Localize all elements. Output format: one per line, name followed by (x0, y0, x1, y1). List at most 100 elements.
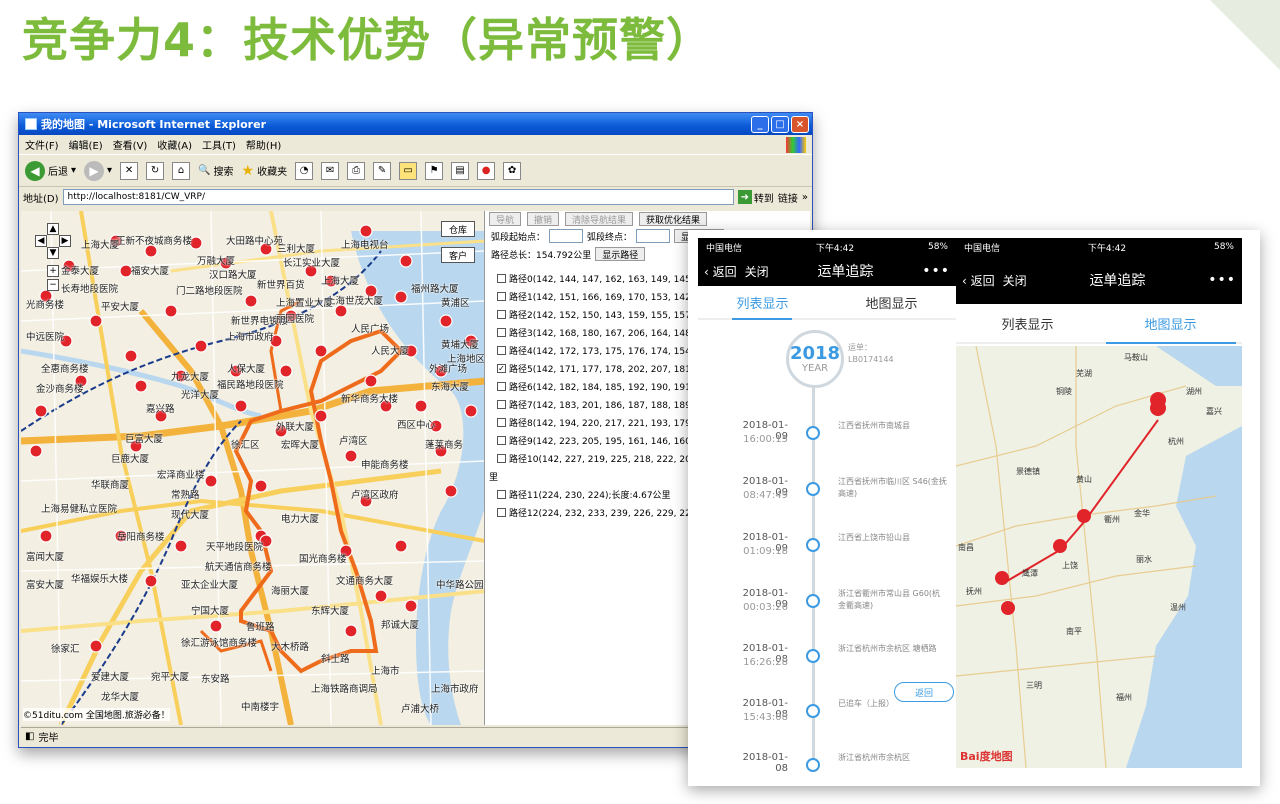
menu-view[interactable]: 查看(V) (113, 137, 148, 152)
map-label: 新华商务大楼 (341, 394, 399, 405)
route-checkbox[interactable] (497, 507, 506, 517)
refresh-icon[interactable]: ↻ (146, 161, 165, 180)
map-city-label: 丽水 (1136, 555, 1152, 564)
nav-title: 运单追踪 (817, 264, 874, 280)
route-checkbox[interactable] (497, 399, 506, 409)
close-button[interactable]: 关闭 (1003, 272, 1027, 289)
more-icon[interactable]: ••• (922, 263, 950, 279)
route-checkbox[interactable] (497, 489, 506, 499)
messenger-icon[interactable]: ⚑ (425, 161, 444, 180)
route-map[interactable]: ▲ ◀ ▶ ▼ + − 仓库 客户 正新不夜城商务楼 大田路中心苑 上海大厦 上… (21, 211, 485, 725)
route-checkbox[interactable] (497, 435, 506, 445)
menu-tools[interactable]: 工具(T) (202, 137, 236, 152)
map-label: 亚太企业大厦 (181, 580, 239, 591)
home-icon[interactable]: ⌂ (172, 161, 191, 180)
map-city-label: 南平 (1066, 627, 1082, 636)
map-label: 汉口路大厦 (209, 270, 257, 281)
route-checkbox[interactable] (497, 273, 506, 283)
navigate-button[interactable]: 导航 (489, 212, 522, 226)
get-optimization-button[interactable]: 获取优化结果 (639, 212, 708, 226)
pan-down-icon[interactable]: ▼ (47, 247, 59, 259)
slide-title: 竞争力4：技术优势（异常预警） (22, 13, 714, 67)
route-checkbox[interactable] (497, 327, 506, 337)
favorites-button[interactable]: ★ 收藏夹 (242, 163, 288, 179)
plugin-icon[interactable]: ✿ (503, 161, 522, 180)
zoom-in-icon[interactable]: + (47, 265, 59, 277)
map-label: 金沙商务楼 (36, 384, 84, 395)
extension-icon[interactable]: ● (477, 161, 496, 180)
edit-icon[interactable]: ✎ (373, 161, 392, 180)
tab-map[interactable]: 地图显示 (1099, 304, 1242, 342)
tab-map[interactable]: 地图显示 (827, 286, 956, 318)
address-input[interactable]: http://localhost:8181/CW_VRP/ (62, 189, 734, 205)
show-route-button[interactable]: 显示路径 (595, 247, 646, 261)
map-label: 龙华大厦 (101, 692, 140, 703)
route-checkbox[interactable] (497, 381, 506, 391)
pan-left-icon[interactable]: ◀ (35, 235, 47, 247)
map-label: 上海大厦 (321, 276, 360, 287)
ie-menubar: 文件(F) 编辑(E) 查看(V) 收藏(A) 工具(T) 帮助(H) (19, 135, 812, 155)
tab-list[interactable]: 列表显示 (698, 286, 827, 318)
research-icon[interactable]: ▤ (451, 161, 470, 180)
stop-icon[interactable]: ✕ (120, 161, 139, 180)
route-checkbox[interactable] (497, 345, 506, 355)
forward-button[interactable]: ▶ ▾ (84, 160, 112, 181)
map-label: 卢湾区政府 (351, 490, 399, 501)
route-checkbox-checked[interactable]: ✓ (497, 363, 506, 373)
mail-icon[interactable]: ✉ (321, 161, 340, 180)
back-button[interactable]: ‹ 返回 (704, 263, 737, 280)
map-label: 中远医院 (26, 332, 65, 343)
route-checkbox[interactable] (497, 417, 506, 427)
map-label: 航天通信商务楼 (205, 562, 272, 573)
links-label[interactable]: 链接 (778, 190, 798, 205)
map-label: 福州路大厦 (411, 284, 459, 295)
menu-edit[interactable]: 编辑(E) (69, 137, 103, 152)
history-icon[interactable]: ◔ (295, 161, 314, 180)
go-arrow-icon: ➜ (737, 190, 752, 204)
map-label: 人民大厦 (371, 346, 410, 357)
map-warehouse-button[interactable]: 仓库 (441, 221, 475, 237)
return-button[interactable]: 返回 (894, 682, 954, 702)
menu-favorites[interactable]: 收藏(A) (157, 137, 192, 152)
map-label: 外联大厦 (276, 422, 315, 433)
map-label: 九龙大厦 (171, 372, 210, 383)
links-icon[interactable]: » (802, 192, 808, 203)
note-icon[interactable]: ▭ (399, 161, 418, 180)
route-checkbox[interactable] (497, 291, 506, 301)
back-button[interactable]: ◀ 后退 ▾ (25, 160, 76, 181)
search-button[interactable]: 🔍 搜索 (198, 163, 233, 178)
phone-nav-bar: ‹ 返回 关闭 运单追踪 ••• (956, 256, 1242, 304)
menu-help[interactable]: 帮助(H) (246, 137, 281, 152)
tracking-map[interactable]: 马鞍山 芜湖 铜陵 黄山 杭州 湖州 嘉兴 衢州 金华 丽水 温州 南平 福州 … (956, 346, 1242, 768)
pan-right-icon[interactable]: ▶ (59, 235, 71, 247)
undo-button[interactable]: 撤销 (527, 212, 560, 226)
tab-list[interactable]: 列表显示 (956, 304, 1099, 342)
go-label: 转到 (753, 193, 774, 205)
print-icon[interactable]: ⎙ (347, 161, 366, 180)
map-label: 长寿地段医院 (61, 284, 119, 295)
map-city-label: 衢州 (1104, 515, 1120, 524)
back-button[interactable]: ‹ 返回 (962, 272, 995, 289)
map-customer-button[interactable]: 客户 (441, 247, 475, 263)
phone-screenshots: 中国电信 下午4:42 58% ‹ 返回 关闭 运单追踪 ••• 列表显示 地图… (688, 230, 1260, 786)
route-checkbox[interactable] (497, 453, 506, 463)
zoom-out-icon[interactable]: − (47, 279, 59, 291)
route-checkbox[interactable] (497, 309, 506, 319)
arc-start-input[interactable] (549, 229, 584, 243)
close-button[interactable]: 关闭 (745, 263, 769, 280)
map-label: 新世界百货 (257, 280, 305, 291)
ie-window-title: 我的地图 - Microsoft Internet Explorer (41, 118, 266, 131)
go-button[interactable]: ➜ 转到 (737, 190, 774, 205)
map-label: 光洋大厦 (181, 390, 220, 401)
close-button[interactable]: × (791, 115, 809, 133)
map-label: 人保大厦 (227, 364, 266, 375)
pan-up-icon[interactable]: ▲ (47, 223, 59, 235)
map-label: 宛平大厦 (151, 672, 190, 683)
arc-end-input[interactable] (636, 229, 671, 243)
arc-end-label: 弧段终点： (587, 232, 633, 243)
clear-nav-button[interactable]: 清除导航结果 (565, 212, 634, 226)
more-icon[interactable]: ••• (1208, 272, 1236, 288)
maximize-button[interactable]: □ (771, 115, 789, 133)
menu-file[interactable]: 文件(F) (25, 137, 59, 152)
minimize-button[interactable]: _ (751, 115, 769, 133)
